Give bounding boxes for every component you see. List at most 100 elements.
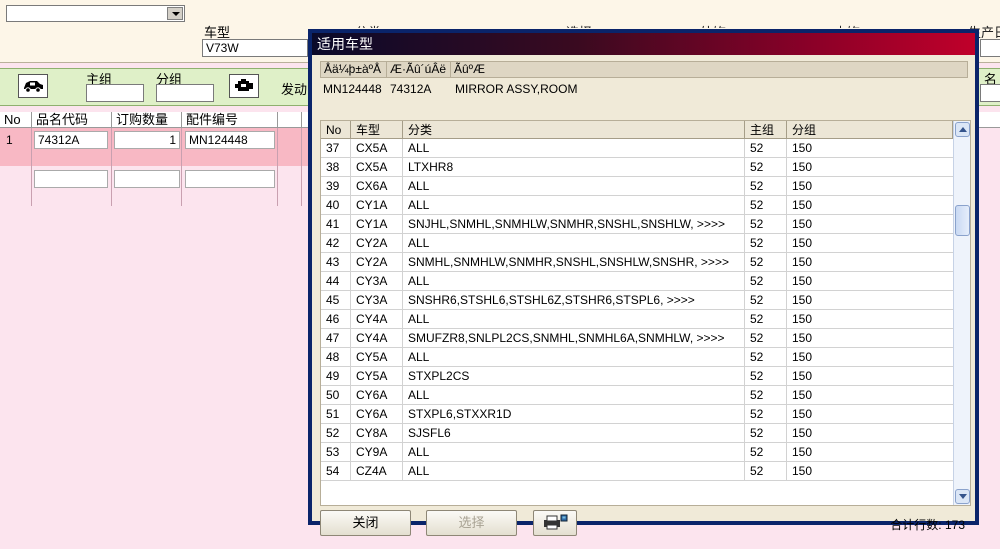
table-cell: 38 bbox=[321, 158, 351, 177]
name-input[interactable] bbox=[980, 84, 1000, 102]
models-table-header: No 车型 分类 主组 分组 bbox=[321, 121, 953, 139]
table-cell: 52 bbox=[321, 424, 351, 443]
table-row[interactable]: 43 CY2A SNMHL,SNMHLW,SNMHR,SNSHL,SNSHLW,SN… bbox=[321, 253, 953, 272]
table-cell: LTXHR8 bbox=[403, 158, 745, 177]
scroll-up-arrow-icon[interactable] bbox=[955, 122, 970, 137]
table-row[interactable]: 44 CY3A ALL 52 150 bbox=[321, 272, 953, 291]
col-category[interactable]: 分类 bbox=[403, 121, 745, 139]
empty-part-input[interactable] bbox=[185, 170, 275, 188]
table-row[interactable]: 37 CX5A ALL 52 150 bbox=[321, 139, 953, 158]
production-input[interactable] bbox=[980, 39, 1000, 57]
table-cell: 52 bbox=[745, 234, 787, 253]
table-cell: CZ4A bbox=[351, 462, 403, 481]
table-cell: 52 bbox=[745, 424, 787, 443]
table-cell: 41 bbox=[321, 215, 351, 234]
table-cell: 46 bbox=[321, 310, 351, 329]
sub-group-input[interactable] bbox=[156, 84, 214, 102]
vertical-scrollbar[interactable] bbox=[953, 121, 970, 505]
table-cell: 52 bbox=[745, 158, 787, 177]
table-cell: SNSHR6,STSHL6,STSHL6Z,STSHR6,STSPL6, >>>… bbox=[403, 291, 745, 310]
info-code: 74312A bbox=[390, 82, 432, 96]
table-row[interactable]: 51 CY6A STXPL6,STXXR1D 52 150 bbox=[321, 405, 953, 424]
table-cell: 150 bbox=[792, 179, 813, 193]
table-cell: 52 bbox=[745, 177, 787, 196]
col-part-no[interactable]: 配件编号 bbox=[182, 112, 278, 128]
table-cell: CY6A bbox=[351, 405, 403, 424]
engine-label: 发动 bbox=[281, 82, 308, 97]
table-cell: CY4A bbox=[351, 310, 403, 329]
dialog-body: Åä¼þ±àºÅ Æ·Ãû´úÂë ÃûºÆ MN124448 74312A M… bbox=[312, 55, 975, 536]
table-row[interactable]: 50 CY6A ALL 52 150 bbox=[321, 386, 953, 405]
table-row[interactable]: 46 CY4A ALL 52 150 bbox=[321, 310, 953, 329]
table-cell: ALL bbox=[403, 386, 745, 405]
table-row[interactable]: 52 CY8A SJSFL6 52 150 bbox=[321, 424, 953, 443]
row-code-input[interactable]: 74312A bbox=[34, 131, 108, 149]
clipped-header-interior: 内饰 bbox=[834, 22, 864, 28]
table-cell: 150 bbox=[792, 388, 813, 402]
table-cell: 37 bbox=[321, 139, 351, 158]
table-row[interactable]: 1 74312A 1 MN124448 bbox=[0, 128, 310, 166]
table-row[interactable]: 53 CY9A ALL 52 150 bbox=[321, 443, 953, 462]
clipped-header-category: 分类 bbox=[355, 22, 385, 28]
empty-code-input[interactable] bbox=[34, 170, 108, 188]
table-row[interactable]: 39 CX6A ALL 52 150 bbox=[321, 177, 953, 196]
col-no[interactable]: No bbox=[0, 112, 32, 128]
close-button[interactable]: 关闭 bbox=[320, 510, 411, 536]
table-cell: 52 bbox=[745, 310, 787, 329]
table-row[interactable]: 49 CY5A STXPL2CS 52 150 bbox=[321, 367, 953, 386]
table-cell: CY3A bbox=[351, 272, 403, 291]
engine-icon[interactable] bbox=[229, 74, 259, 98]
col-no[interactable]: No bbox=[321, 121, 351, 139]
row-part-input[interactable]: MN124448 bbox=[185, 131, 275, 149]
empty-qty-input[interactable] bbox=[114, 170, 180, 188]
total-rows-value: 173 bbox=[944, 518, 965, 532]
dialog-title[interactable]: 适用车型 bbox=[312, 33, 975, 55]
table-row[interactable]: 47 CY4A SMUFZR8,SNLPL2CS,SNMHL,SNMHL6A,SNM… bbox=[321, 329, 953, 348]
row-qty-input[interactable]: 1 bbox=[114, 131, 180, 149]
car-icon[interactable] bbox=[18, 74, 48, 98]
part-info-header: Åä¼þ±àºÅ Æ·Ãû´úÂë ÃûºÆ bbox=[320, 61, 968, 78]
scroll-thumb[interactable] bbox=[955, 205, 970, 236]
table-cell: 47 bbox=[321, 329, 351, 348]
models-table: No 车型 分类 主组 分组 37 CX5A ALL 52 150 38 CX5A LTXHR… bbox=[320, 120, 971, 506]
col-code[interactable]: 品名代码 bbox=[32, 112, 112, 128]
table-row[interactable]: 41 CY1A SNJHL,SNMHL,SNMHLW,SNMHR,SNSHL,SNS… bbox=[321, 215, 953, 234]
table-cell: 150 bbox=[792, 331, 813, 345]
table-row[interactable]: 48 CY5A ALL 52 150 bbox=[321, 348, 953, 367]
table-cell: 150 bbox=[792, 350, 813, 364]
table-row[interactable]: 54 CZ4A ALL 52 150 bbox=[321, 462, 953, 481]
print-button[interactable] bbox=[533, 510, 577, 536]
chevron-down-icon[interactable] bbox=[167, 7, 183, 20]
table-cell: 150 bbox=[792, 255, 813, 269]
select-button[interactable]: 选择 bbox=[426, 510, 517, 536]
car-type-input[interactable]: V73W bbox=[202, 39, 308, 57]
grid-line bbox=[181, 128, 182, 206]
table-cell: CY6A bbox=[351, 386, 403, 405]
table-row[interactable]: 38 CX5A LTXHR8 52 150 bbox=[321, 158, 953, 177]
clipped-header-exterior: 外饰 bbox=[700, 22, 730, 28]
table-cell: CY2A bbox=[351, 253, 403, 272]
table-cell: 52 bbox=[745, 291, 787, 310]
scroll-down-arrow-icon[interactable] bbox=[955, 489, 970, 504]
table-cell: 51 bbox=[321, 405, 351, 424]
col-main-group[interactable]: 主组 bbox=[745, 121, 787, 139]
table-cell: 52 bbox=[745, 367, 787, 386]
col-car-type[interactable]: 车型 bbox=[351, 121, 403, 139]
table-cell: 40 bbox=[321, 196, 351, 215]
table-row[interactable]: 40 CY1A ALL 52 150 bbox=[321, 196, 953, 215]
info-name: MIRROR ASSY,ROOM bbox=[455, 82, 578, 96]
table-row[interactable]: 45 CY3A SNSHR6,STSHL6,STSHL6Z,STSHR6,STSPL… bbox=[321, 291, 953, 310]
table-cell: 52 bbox=[745, 196, 787, 215]
table-row-empty[interactable] bbox=[0, 166, 310, 206]
model-combo[interactable] bbox=[6, 5, 185, 22]
col-sub-group[interactable]: 分组 bbox=[787, 121, 953, 139]
table-cell: 48 bbox=[321, 348, 351, 367]
table-cell: CY9A bbox=[351, 443, 403, 462]
main-group-input[interactable] bbox=[86, 84, 144, 102]
info-header-name: ÃûºÆ bbox=[454, 62, 486, 76]
table-row[interactable]: 42 CY2A ALL 52 150 bbox=[321, 234, 953, 253]
table-cell: 52 bbox=[745, 386, 787, 405]
table-cell: 49 bbox=[321, 367, 351, 386]
col-qty[interactable]: 订购数量 bbox=[112, 112, 182, 128]
table-cell: ALL bbox=[403, 139, 745, 158]
